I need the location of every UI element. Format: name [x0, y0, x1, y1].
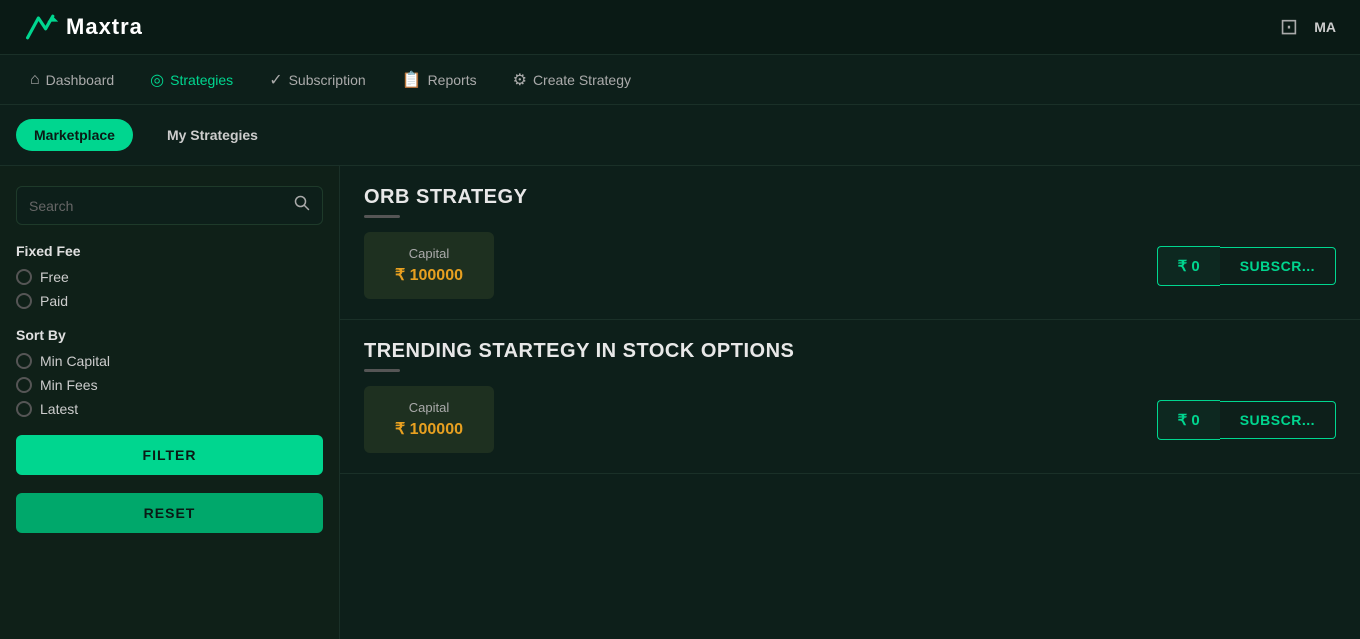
nav-item-dashboard[interactable]: ⌂ Dashboard	[16, 63, 128, 97]
radio-label-latest: Latest	[40, 401, 78, 417]
fixed-fee-label: Fixed Fee	[16, 243, 323, 259]
radio-free[interactable]: Free	[16, 269, 323, 285]
fixed-fee-options: Free Paid	[16, 269, 323, 309]
user-avatar[interactable]: MA	[1314, 19, 1336, 35]
radio-label-min-fees: Min Fees	[40, 377, 98, 393]
radio-circle-min-fees	[16, 377, 32, 393]
reset-button[interactable]: RESET	[16, 493, 323, 533]
price-value-trending: ₹ 0	[1178, 411, 1200, 429]
capital-box-orb: Capital ₹ 100000	[364, 232, 494, 299]
header: Maxtra ⊡ MA	[0, 0, 1360, 55]
scan-icon[interactable]: ⊡	[1280, 14, 1298, 40]
radio-min-capital[interactable]: Min Capital	[16, 353, 323, 369]
logo-icon	[24, 9, 60, 45]
nav-label-dashboard: Dashboard	[46, 72, 115, 88]
strategy-divider-orb	[364, 215, 400, 218]
logo-text: Maxtra	[66, 14, 143, 40]
fixed-fee-section: Fixed Fee Free Paid	[16, 243, 323, 309]
tab-marketplace[interactable]: Marketplace	[16, 119, 133, 151]
subscribe-section-orb: ₹ 0 SUBSCR...	[1157, 246, 1336, 286]
subscribe-button-orb[interactable]: SUBSCR...	[1220, 247, 1336, 285]
search-box	[16, 186, 323, 225]
search-button[interactable]	[294, 195, 310, 216]
radio-latest[interactable]: Latest	[16, 401, 323, 417]
nav-label-create-strategy: Create Strategy	[533, 72, 631, 88]
strategies-icon: ◎	[150, 70, 164, 90]
create-strategy-icon: ⚙	[513, 70, 527, 90]
capital-box-trending: Capital ₹ 100000	[364, 386, 494, 453]
subscribe-section-trending: ₹ 0 SUBSCR...	[1157, 400, 1336, 440]
search-input[interactable]	[29, 198, 286, 214]
capital-value-trending: ₹ 100000	[395, 419, 463, 439]
strategy-card-orb: ORB STRATEGY Capital ₹ 100000 ₹ 0 SUBSCR…	[340, 166, 1360, 320]
logo: Maxtra	[24, 9, 143, 45]
strategy-card-trending: TRENDING STARTEGY IN STOCK OPTIONS Capit…	[340, 320, 1360, 474]
strategies-content: ORB STRATEGY Capital ₹ 100000 ₹ 0 SUBSCR…	[340, 166, 1360, 639]
radio-circle-paid	[16, 293, 32, 309]
radio-circle-latest	[16, 401, 32, 417]
subscription-icon: ✓	[269, 70, 282, 90]
sort-by-section: Sort By Min Capital Min Fees Latest	[16, 327, 323, 417]
filter-button[interactable]: FILTER	[16, 435, 323, 475]
nav-item-strategies[interactable]: ◎ Strategies	[136, 62, 247, 98]
price-tag-orb: ₹ 0	[1157, 246, 1220, 286]
main-nav: ⌂ Dashboard ◎ Strategies ✓ Subscription …	[0, 55, 1360, 105]
nav-label-strategies: Strategies	[170, 72, 233, 88]
nav-item-create-strategy[interactable]: ⚙ Create Strategy	[499, 62, 645, 98]
strategy-divider-trending	[364, 369, 400, 372]
reports-icon: 📋	[402, 70, 422, 90]
capital-label-orb: Capital	[409, 246, 449, 261]
strategy-title-trending: TRENDING STARTEGY IN STOCK OPTIONS	[364, 340, 1336, 363]
radio-min-fees[interactable]: Min Fees	[16, 377, 323, 393]
radio-circle-min-capital	[16, 353, 32, 369]
search-icon	[294, 195, 310, 211]
price-value-orb: ₹ 0	[1178, 257, 1200, 275]
nav-label-reports: Reports	[428, 72, 477, 88]
radio-circle-free	[16, 269, 32, 285]
nav-label-subscription: Subscription	[289, 72, 366, 88]
capital-label-trending: Capital	[409, 400, 449, 415]
main-layout: Fixed Fee Free Paid Sort By Min Capital	[0, 166, 1360, 639]
home-icon: ⌂	[30, 71, 40, 89]
radio-label-free: Free	[40, 269, 69, 285]
nav-item-reports[interactable]: 📋 Reports	[388, 62, 491, 98]
price-tag-trending: ₹ 0	[1157, 400, 1220, 440]
radio-label-paid: Paid	[40, 293, 68, 309]
sort-by-label: Sort By	[16, 327, 323, 343]
strategy-body-trending: Capital ₹ 100000 ₹ 0 SUBSCR...	[364, 386, 1336, 453]
capital-value-orb: ₹ 100000	[395, 265, 463, 285]
tab-my-strategies[interactable]: My Strategies	[149, 119, 276, 151]
sidebar: Fixed Fee Free Paid Sort By Min Capital	[0, 166, 340, 639]
radio-paid[interactable]: Paid	[16, 293, 323, 309]
sub-nav: Marketplace My Strategies	[0, 105, 1360, 166]
nav-item-subscription[interactable]: ✓ Subscription	[255, 62, 379, 98]
header-right: ⊡ MA	[1280, 14, 1336, 40]
subscribe-button-trending[interactable]: SUBSCR...	[1220, 401, 1336, 439]
strategy-title-orb: ORB STRATEGY	[364, 186, 1336, 209]
sort-by-options: Min Capital Min Fees Latest	[16, 353, 323, 417]
radio-label-min-capital: Min Capital	[40, 353, 110, 369]
strategy-body-orb: Capital ₹ 100000 ₹ 0 SUBSCR...	[364, 232, 1336, 299]
